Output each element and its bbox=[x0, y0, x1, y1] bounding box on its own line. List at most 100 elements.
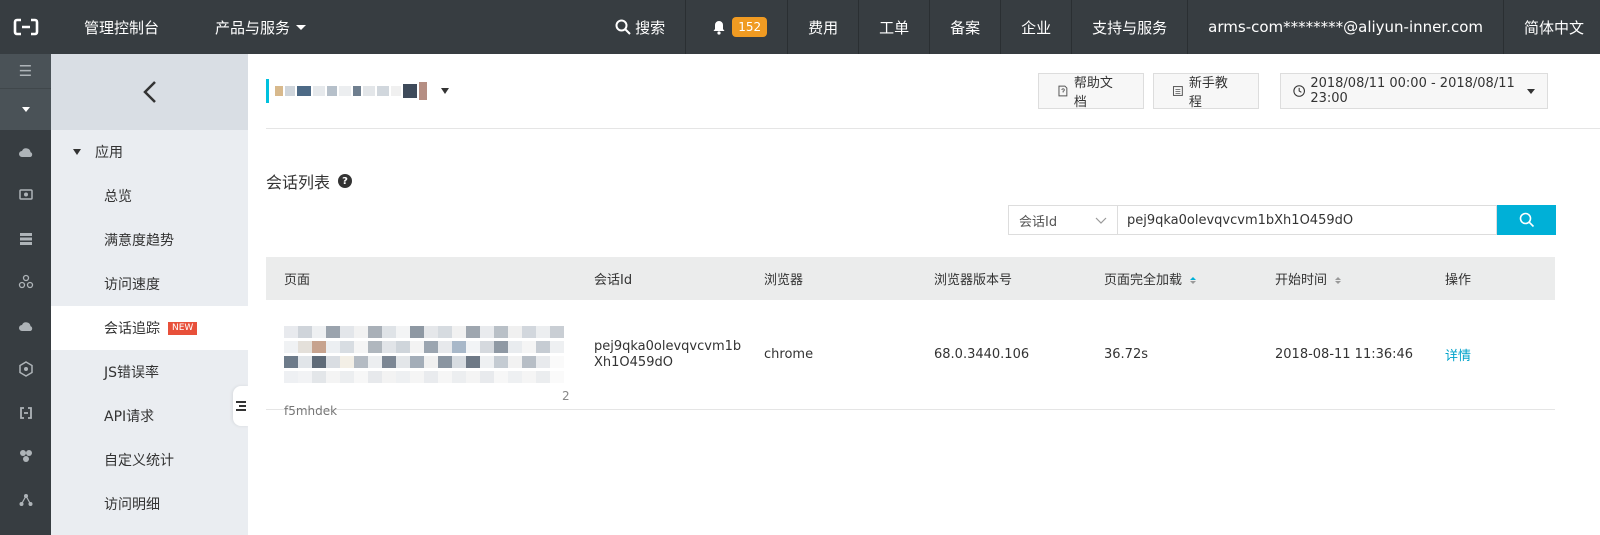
back-button[interactable] bbox=[51, 54, 248, 130]
sidebar-item-speed[interactable]: 访问速度 bbox=[51, 262, 248, 306]
table-row: 2 f5mhdek pej9qka0olevqvcvm1b Xh1O459dO … bbox=[266, 300, 1555, 418]
sort-icon bbox=[1335, 277, 1342, 284]
cell-load-time: 36.72s bbox=[1104, 347, 1148, 362]
search-input[interactable] bbox=[1118, 205, 1497, 235]
chevron-down-icon bbox=[296, 24, 307, 30]
session-id-line-1: pej9qka0olevqvcvm1b bbox=[594, 338, 742, 354]
document-icon bbox=[1058, 85, 1068, 97]
notifications-button[interactable]: 152 bbox=[685, 0, 787, 54]
page-url-tail: f5mhdek bbox=[284, 404, 338, 418]
time-range-value: 2018/08/11 00:00 - 2018/08/11 23:00 bbox=[1310, 76, 1515, 106]
bell-icon bbox=[713, 20, 725, 35]
sidebar-item-api[interactable]: API请求 bbox=[51, 394, 248, 438]
main-content: 帮助文档 新手教程 2018/08/11 00:00 - 2018/08/11 … bbox=[248, 54, 1600, 535]
app-name-redacted bbox=[275, 82, 429, 100]
caret-down-icon bbox=[441, 88, 449, 94]
col-header-browser: 浏览器 bbox=[764, 273, 804, 288]
cloud-icon[interactable] bbox=[0, 304, 51, 348]
accent-bar bbox=[266, 79, 269, 103]
sidebar-group-app[interactable]: 应用 bbox=[51, 130, 248, 174]
cell-browser-version: 68.0.3440.106 bbox=[934, 347, 1030, 362]
sidebar-item-custom-stats[interactable]: 自定义统计 bbox=[51, 438, 248, 482]
sidebar-item-access-detail[interactable]: 访问明细 bbox=[51, 482, 248, 526]
search-icon bbox=[1519, 212, 1534, 228]
search-button[interactable]: 搜索 bbox=[595, 0, 685, 54]
search-icon bbox=[615, 19, 631, 35]
search-submit-button[interactable] bbox=[1497, 205, 1556, 235]
sort-icon bbox=[1190, 277, 1197, 284]
secondary-sidebar: 应用 总览 满意度趋势 访问速度 会话追踪 NEW JS错误率 API请求 自定… bbox=[51, 54, 248, 535]
session-id-line-2: Xh1O459dO bbox=[594, 354, 673, 370]
sidebar-item-overview[interactable]: 总览 bbox=[51, 174, 248, 218]
console-link[interactable]: 管理控制台 bbox=[84, 0, 159, 54]
rail-expand-toggle[interactable] bbox=[0, 88, 51, 130]
caret-down-icon bbox=[1527, 88, 1535, 94]
sidebar-item-session-trace[interactable]: 会话追踪 NEW bbox=[51, 306, 248, 350]
divider bbox=[266, 128, 1600, 129]
caret-down-icon bbox=[73, 149, 81, 155]
products-label: 产品与服务 bbox=[215, 18, 291, 37]
nav-link-fees[interactable]: 费用 bbox=[787, 0, 858, 54]
menu-icon[interactable]: ☰ bbox=[0, 54, 51, 88]
nav-link-icp[interactable]: 备案 bbox=[929, 0, 1000, 54]
chevron-left-icon bbox=[142, 81, 156, 103]
col-header-load-time[interactable]: 页面完全加载 bbox=[1104, 269, 1275, 288]
bracket-logo-icon[interactable] bbox=[0, 391, 51, 435]
chevron-down-icon bbox=[1095, 217, 1107, 224]
group-icon[interactable] bbox=[0, 435, 51, 479]
list-collapse-icon bbox=[236, 401, 246, 411]
database-icon[interactable] bbox=[0, 217, 51, 261]
clock-icon bbox=[1293, 85, 1305, 97]
account-menu[interactable]: arms-com********@aliyun-inner.com bbox=[1187, 0, 1503, 54]
page-title: 会话列表 bbox=[266, 173, 331, 192]
sidebar-collapse-handle[interactable] bbox=[233, 386, 249, 426]
tutorial-button[interactable]: 新手教程 bbox=[1153, 73, 1259, 110]
search-label: 搜索 bbox=[635, 18, 666, 37]
sidebar-item-js-errors[interactable]: JS错误率 bbox=[51, 350, 248, 394]
cell-start-time: 2018-08-11 11:36:46 bbox=[1275, 347, 1414, 362]
cell-browser: chrome bbox=[764, 347, 814, 362]
book-icon bbox=[1172, 86, 1183, 96]
top-navbar: 管理控制台 产品与服务 搜索 152 费用 工单 备案 企业 支持与服务 arm… bbox=[0, 0, 1600, 54]
table-header: 页面 会话Id 浏览器 浏览器版本号 页面完全加载 开始时间 操作 bbox=[266, 257, 1555, 300]
help-docs-button[interactable]: 帮助文档 bbox=[1038, 73, 1144, 110]
col-header-label: 开始时间 bbox=[1275, 273, 1328, 288]
monitor-icon[interactable] bbox=[0, 174, 51, 218]
sidebar-item-label: 会话追踪 bbox=[104, 321, 160, 337]
help-icon[interactable]: ? bbox=[338, 174, 353, 188]
page-url-redacted bbox=[284, 326, 564, 383]
new-badge: NEW bbox=[168, 321, 198, 335]
sidebar-group-label: 应用 bbox=[95, 145, 123, 161]
section-header: 会话列表 ? bbox=[266, 169, 353, 193]
caret-down-icon bbox=[21, 107, 30, 112]
session-search: 会话Id bbox=[1008, 205, 1556, 235]
sidebar-item-satisfaction[interactable]: 满意度趋势 bbox=[51, 218, 248, 262]
language-menu[interactable]: 简体中文 bbox=[1502, 0, 1600, 54]
time-range-picker[interactable]: 2018/08/11 00:00 - 2018/08/11 23:00 bbox=[1280, 73, 1548, 109]
help-docs-label: 帮助文档 bbox=[1073, 76, 1113, 110]
col-header-label: 页面完全加载 bbox=[1104, 273, 1183, 288]
products-menu[interactable]: 产品与服务 bbox=[215, 0, 307, 54]
col-header-start-time[interactable]: 开始时间 bbox=[1275, 269, 1445, 288]
col-header-session-id: 会话Id bbox=[594, 273, 633, 288]
search-field-select[interactable]: 会话Id bbox=[1008, 205, 1118, 235]
session-table: 页面 会话Id 浏览器 浏览器版本号 页面完全加载 开始时间 操作 2 f5mh… bbox=[266, 257, 1555, 418]
notification-count-badge: 152 bbox=[732, 17, 768, 37]
network-icon[interactable] bbox=[0, 478, 51, 522]
cloud-upload-icon[interactable] bbox=[0, 130, 51, 174]
aliyun-logo-icon[interactable] bbox=[0, 0, 51, 54]
tutorial-label: 新手教程 bbox=[1188, 76, 1228, 110]
detail-link[interactable]: 详情 bbox=[1445, 349, 1471, 364]
nav-link-support[interactable]: 支持与服务 bbox=[1071, 0, 1187, 54]
col-header-browser-version: 浏览器版本号 bbox=[934, 273, 1013, 288]
nav-link-enterprise[interactable]: 企业 bbox=[1000, 0, 1071, 54]
hexagon-icon[interactable] bbox=[0, 348, 51, 392]
app-selector[interactable] bbox=[266, 79, 449, 103]
cell-action: 详情 bbox=[1445, 345, 1555, 364]
col-header-page: 页面 bbox=[284, 273, 311, 288]
nav-link-tickets[interactable]: 工单 bbox=[858, 0, 929, 54]
page-url-suffix: 2 bbox=[562, 389, 570, 403]
icon-rail: ☰ bbox=[0, 54, 51, 535]
col-header-action: 操作 bbox=[1445, 273, 1472, 288]
cluster-icon[interactable] bbox=[0, 261, 51, 305]
